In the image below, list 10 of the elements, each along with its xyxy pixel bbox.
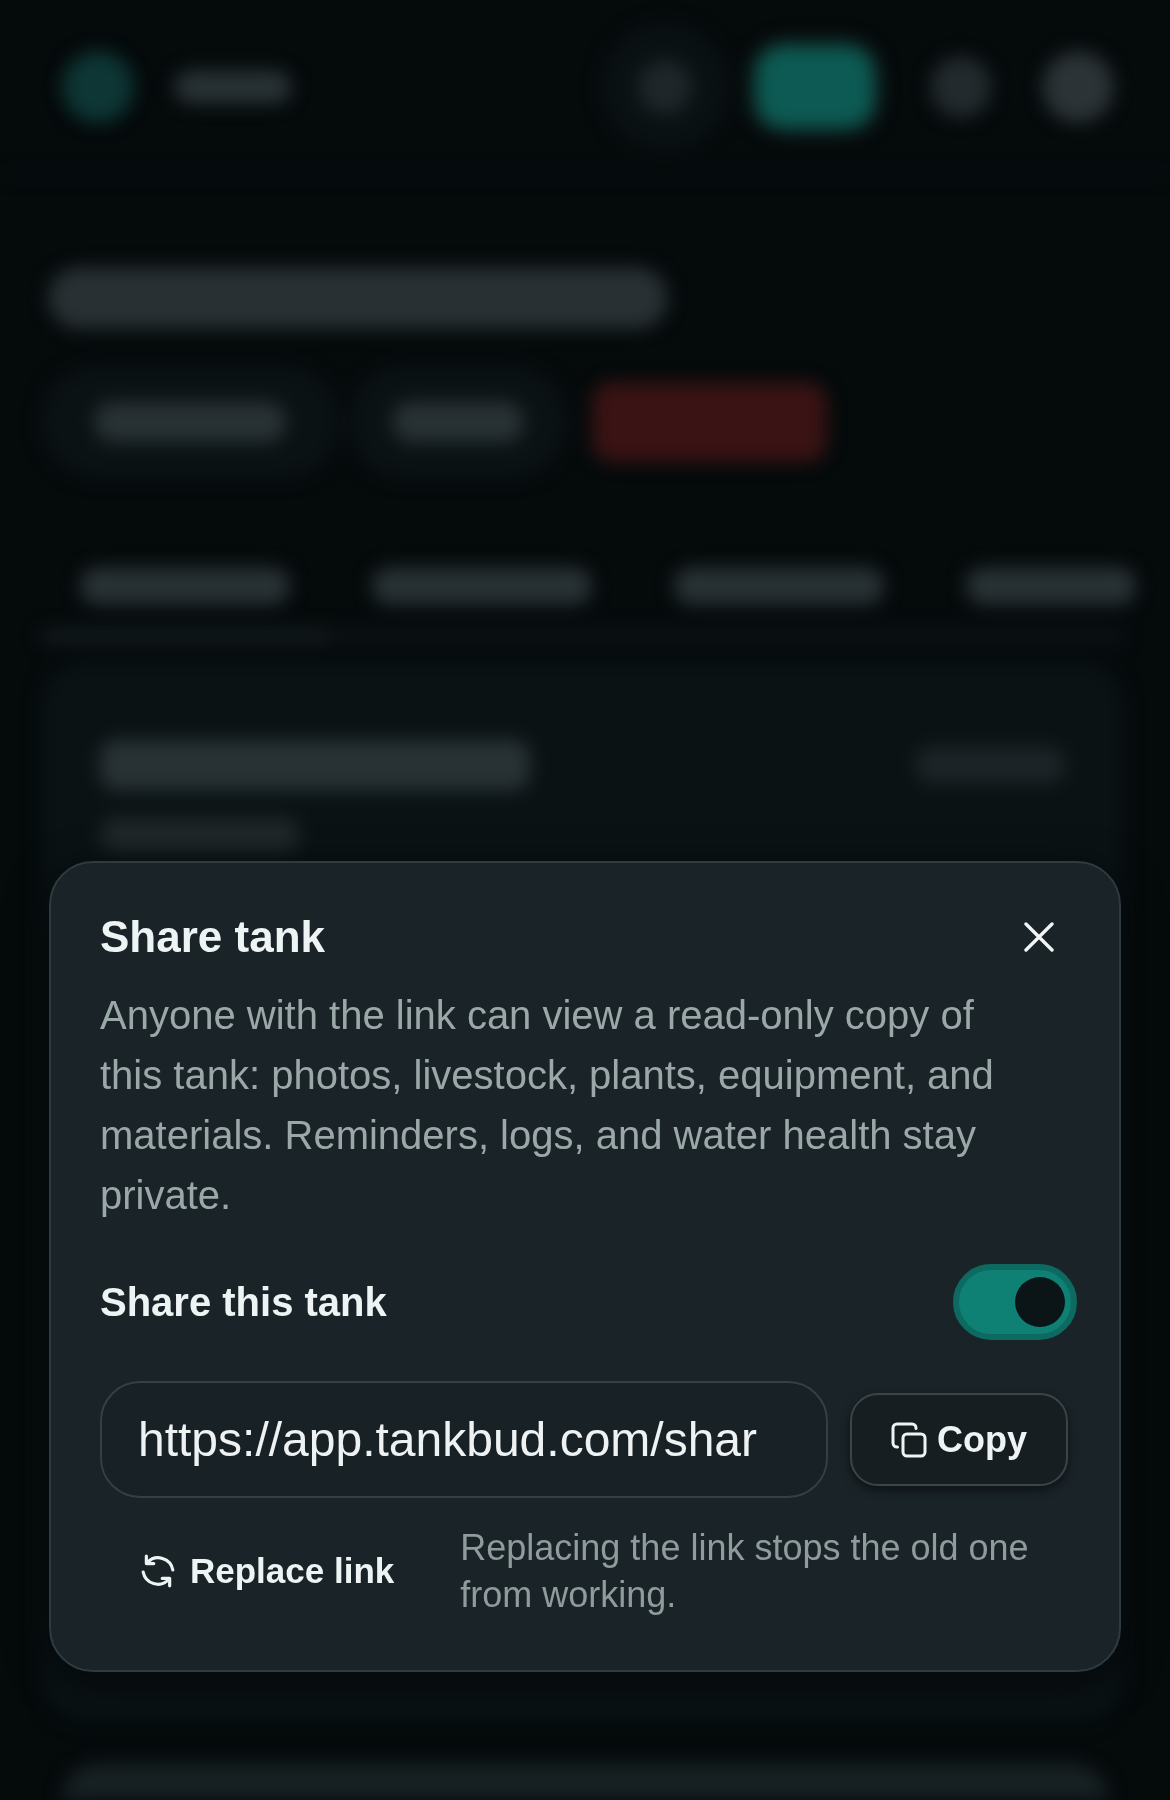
replace-link-hint: Replacing the link stops the old one from working. — [460, 1526, 1030, 1617]
close-icon — [1024, 922, 1054, 952]
replace-link-button[interactable]: Replace link — [100, 1534, 435, 1608]
refresh-icon — [140, 1553, 176, 1589]
dialog-title: Share tank — [100, 911, 325, 963]
copy-icon — [891, 1421, 927, 1458]
share-link-field[interactable]: https://app.tankbud.com/shar — [100, 1381, 828, 1498]
share-toggle-label: Share this tank — [100, 1279, 387, 1326]
copy-button[interactable]: Copy — [850, 1393, 1068, 1486]
dialog-description: Anyone with the link can view a read-only copy of this tank: photos, livestock, plants, equipment, and materials. Reminders, logs, and water health stay private. — [100, 992, 995, 1219]
